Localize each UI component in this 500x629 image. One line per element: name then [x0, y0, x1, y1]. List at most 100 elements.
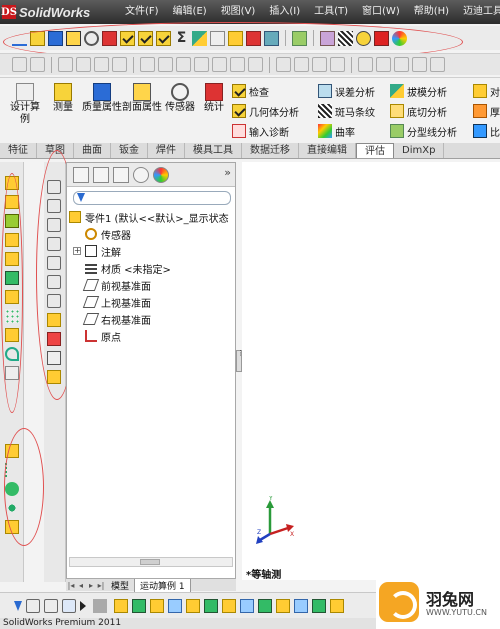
equations-icon[interactable]: Σ — [174, 30, 189, 46]
import-diagnostics-button[interactable]: 输入诊断 — [232, 121, 289, 141]
tab-dimxpert[interactable]: DimXp — [394, 143, 445, 158]
view-left-icon[interactable] — [47, 218, 61, 232]
appearance-icon[interactable] — [47, 370, 61, 384]
filter-axes-icon[interactable] — [240, 598, 254, 613]
menu-help[interactable]: 帮助(H) — [407, 4, 456, 20]
thickness-icon[interactable] — [246, 30, 261, 46]
spell-check-icon[interactable] — [12, 31, 27, 46]
check-button[interactable]: 检查 — [232, 81, 269, 101]
check-icon[interactable] — [120, 30, 135, 46]
select-arrow-icon[interactable] — [80, 600, 86, 611]
feature-statistics-icon[interactable] — [292, 30, 307, 46]
options-icon[interactable] — [376, 57, 391, 72]
display-style-icon[interactable] — [430, 57, 445, 72]
filter-edges-icon[interactable] — [44, 598, 58, 613]
rib-icon[interactable] — [176, 57, 191, 72]
curves-icon[interactable] — [312, 57, 327, 72]
panel-expand-button[interactable]: » — [224, 166, 231, 179]
curvature-button[interactable]: 曲率 — [318, 121, 355, 141]
tab-features[interactable]: 特征 — [0, 143, 37, 158]
menu-tools[interactable]: 工具(T) — [307, 4, 355, 20]
tab-surfaces[interactable]: 曲面 — [74, 143, 111, 158]
extrude-boss-icon[interactable] — [58, 57, 73, 72]
rebuild-icon[interactable] — [358, 57, 373, 72]
fillet-icon[interactable] — [140, 57, 155, 72]
draft-analysis-button[interactable]: 拔模分析 — [390, 81, 447, 101]
geometry-analysis-button[interactable]: 几何体分析 — [232, 101, 299, 121]
reference-plane-icon[interactable] — [5, 444, 19, 458]
section-view-icon[interactable] — [47, 351, 61, 365]
filter-weld-icon[interactable] — [294, 598, 308, 613]
tab-direct-editing[interactable]: 直接编辑 — [299, 143, 356, 158]
prev-tab-arrow-icon[interactable]: ◂ — [76, 581, 86, 590]
fillet-edit-icon[interactable] — [47, 313, 61, 327]
curvature-icon[interactable] — [374, 30, 389, 46]
statistics-button[interactable]: 统计 — [199, 83, 229, 114]
reference-geometry-icon[interactable] — [294, 57, 309, 72]
tab-sketch[interactable]: 草图 — [37, 143, 74, 158]
filter-planes-icon[interactable] — [222, 598, 236, 613]
view-top-icon[interactable] — [47, 256, 61, 270]
app-logo[interactable]: DS SolidWorks — [1, 2, 90, 22]
display-manager-tab-icon[interactable] — [153, 167, 169, 183]
zebra-stripes-icon[interactable] — [338, 30, 353, 46]
compare-button[interactable]: 比 — [473, 121, 500, 141]
view-orientation-icon[interactable] — [412, 57, 427, 72]
configuration-manager-tab-icon[interactable] — [113, 167, 129, 183]
sweep-icon[interactable] — [94, 57, 109, 72]
tree-filter-input[interactable] — [73, 191, 231, 205]
tab-model[interactable]: 模型 — [106, 578, 136, 592]
tab-evaluate[interactable]: 评估 — [356, 143, 394, 158]
import-diagnostics-icon[interactable] — [156, 30, 171, 46]
last-tab-arrow-icon[interactable]: ▸| — [96, 581, 106, 590]
filter-surfaces-icon[interactable] — [150, 598, 164, 613]
hole-wizard-icon[interactable] — [276, 57, 291, 72]
filter-sketches-icon[interactable] — [186, 598, 200, 613]
expand-toggle[interactable]: + — [73, 247, 81, 255]
next-tab-arrow-icon[interactable]: ▸ — [86, 581, 96, 590]
view-front-icon[interactable] — [47, 180, 61, 194]
reference-axis-icon[interactable] — [5, 463, 19, 477]
surface-analysis-icon[interactable] — [392, 30, 407, 46]
measure-icon[interactable] — [30, 30, 45, 46]
sensor-button[interactable]: 传感器 — [163, 83, 197, 114]
reference-point-icon[interactable] — [5, 501, 19, 515]
tree-item-material[interactable]: 材质 <未指定> — [85, 260, 171, 276]
deviation-analysis-icon[interactable] — [356, 30, 371, 46]
parting-line-icon[interactable] — [228, 30, 243, 46]
draft-analysis-icon[interactable] — [192, 30, 207, 46]
filter-solids-icon[interactable] — [168, 598, 182, 613]
wrap-icon[interactable] — [5, 366, 19, 380]
curve-icon[interactable] — [5, 347, 19, 361]
tab-mold-tools[interactable]: 模具工具 — [185, 143, 242, 158]
pattern-icon[interactable] — [5, 309, 19, 323]
filter-cosmetic-icon[interactable] — [330, 598, 344, 613]
loft-icon[interactable] — [112, 57, 127, 72]
view-back-icon[interactable] — [47, 199, 61, 213]
sensor-icon[interactable] — [84, 30, 99, 46]
parting-line-analysis-button[interactable]: 分型线分析 — [390, 121, 457, 141]
section-properties-icon[interactable] — [66, 30, 81, 46]
section-properties-button[interactable]: 剖面属性 — [122, 83, 162, 114]
tab-motion-study[interactable]: 运动算例 1 — [135, 578, 191, 592]
boundary-boss-icon[interactable] — [5, 252, 19, 266]
instant3d-icon[interactable] — [330, 57, 345, 72]
mirror-icon[interactable] — [248, 57, 263, 72]
view-bottom-icon[interactable] — [47, 275, 61, 289]
tab-data-migration[interactable]: 数据迁移 — [242, 143, 299, 158]
compare-icon[interactable] — [264, 30, 279, 46]
sweep-boss-icon[interactable] — [5, 214, 19, 228]
menu-edit[interactable]: 编辑(E) — [166, 4, 214, 20]
draft-icon[interactable] — [212, 57, 227, 72]
design-study-button[interactable]: 设计算例 — [8, 83, 42, 126]
menu-window[interactable]: 窗口(W) — [355, 4, 407, 20]
symmetry-check-button[interactable]: 对 — [473, 81, 500, 101]
tab-weldments[interactable]: 焊件 — [148, 143, 185, 158]
revolve-boss-icon[interactable] — [76, 57, 91, 72]
dimxpert-manager-tab-icon[interactable] — [133, 167, 149, 183]
filter-features-icon[interactable] — [132, 598, 146, 613]
view-isometric-icon[interactable] — [47, 294, 61, 308]
zoom-icon[interactable] — [394, 57, 409, 72]
chamfer-icon[interactable] — [158, 57, 173, 72]
smart-dimension-icon[interactable] — [30, 57, 45, 72]
